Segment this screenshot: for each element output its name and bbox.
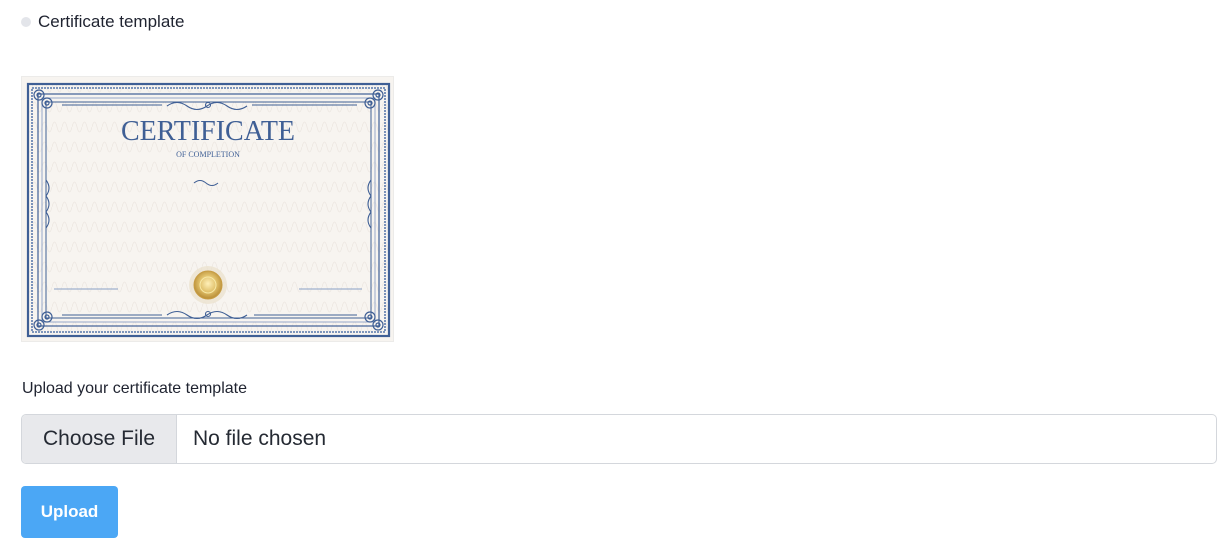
gold-seal-icon xyxy=(189,266,227,304)
bullet-icon xyxy=(21,17,31,27)
upload-button[interactable]: Upload xyxy=(21,486,118,538)
file-status-text: No file chosen xyxy=(193,427,327,450)
certificate-preview: CERTIFICATE OF COMPLETION xyxy=(21,76,394,342)
certificate-image: CERTIFICATE OF COMPLETION xyxy=(22,77,393,341)
file-input[interactable]: Choose File No file chosen xyxy=(21,414,1217,464)
upload-label: Upload your certificate template xyxy=(22,380,247,397)
section-title: Certificate template xyxy=(21,12,184,32)
choose-file-button[interactable]: Choose File xyxy=(22,415,177,463)
certificate-template-page: Certificate template CERTIFICATE OF COMP… xyxy=(0,0,1231,557)
certificate-subheading: OF COMPLETION xyxy=(176,150,240,159)
section-title-text: Certificate template xyxy=(38,12,185,31)
certificate-heading: CERTIFICATE xyxy=(121,116,295,147)
